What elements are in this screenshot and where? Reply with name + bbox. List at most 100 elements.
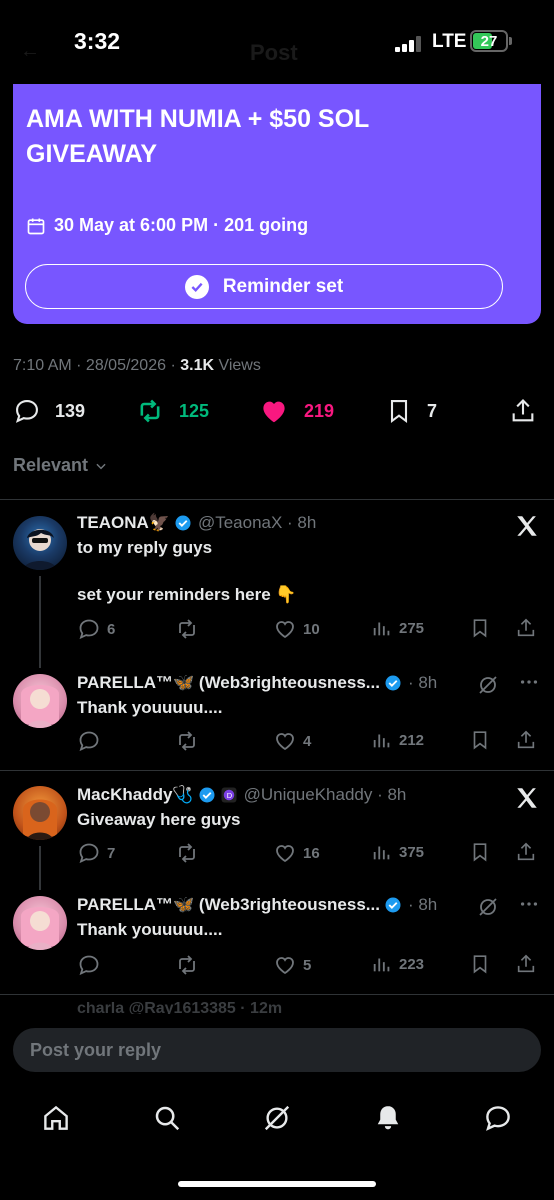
author-handle[interactable]: @TeaonaX · 8h (198, 513, 316, 533)
comment-icon (79, 619, 99, 640)
reply-text: Thank youuuuu.... (77, 920, 223, 939)
reply-text: to my reply guys (77, 538, 213, 557)
event-card[interactable]: AMA WITH NUMIA + $50 SOL GIVEAWAY 30 May… (13, 84, 541, 324)
like-button[interactable]: 219 (258, 394, 334, 428)
reply-button[interactable]: 7 (77, 841, 115, 865)
views-button[interactable]: 375 (371, 841, 424, 863)
author-name[interactable]: TEAONA🦅 (77, 513, 170, 533)
bookmark-button[interactable]: 7 (385, 394, 437, 428)
avatar[interactable] (13, 786, 67, 840)
repost-button[interactable] (175, 953, 199, 977)
repost-button[interactable]: 125 (135, 394, 209, 428)
author-handle[interactable]: · 8h (408, 895, 437, 915)
views-button[interactable]: 212 (371, 729, 424, 751)
thread-line (39, 576, 41, 668)
messages-icon[interactable] (481, 1101, 515, 1135)
reply-item[interactable]: MacKhaddy🩺 D @UniqueKhaddy · 8h Giveaway… (0, 772, 554, 890)
reply-button[interactable]: 139 (13, 394, 85, 428)
analytics-icon (373, 734, 390, 748)
home-indicator (178, 1181, 376, 1187)
author-name[interactable]: PARELLA™🦋 (Web3righteousness... (77, 673, 380, 693)
reply-header: PARELLA™🦋 (Web3righteousness... · 8h (77, 673, 437, 693)
views-button[interactable]: 223 (371, 953, 424, 975)
share-icon (517, 954, 535, 973)
reply-actions: 7 16 375 (77, 841, 547, 865)
repost-button[interactable] (175, 729, 199, 753)
heart-icon (276, 621, 294, 639)
verified-icon (199, 787, 215, 803)
repost-icon (179, 955, 195, 975)
views-count: 212 (399, 731, 425, 749)
bookmark-button[interactable] (469, 953, 491, 975)
grok-icon[interactable] (260, 1101, 294, 1135)
share-button[interactable] (509, 394, 537, 428)
svg-text:D: D (226, 791, 232, 800)
analytics-icon (373, 846, 390, 860)
reply-sort-dropdown[interactable]: Relevant (13, 455, 108, 476)
reply-header: MacKhaddy🩺 D @UniqueKhaddy · 8h (77, 785, 406, 805)
like-count: 219 (304, 400, 335, 421)
avatar[interactable] (13, 674, 67, 728)
post-action-bar: 139 125 219 7 (0, 394, 554, 430)
bookmark-button[interactable] (469, 617, 491, 639)
grok-icon[interactable] (476, 895, 500, 924)
share-button[interactable] (515, 617, 537, 639)
divider (0, 770, 554, 771)
affiliate-badge-icon: D (221, 787, 237, 803)
reply-count: 7 (107, 844, 116, 862)
grok-icon[interactable] (476, 673, 500, 702)
bookmark-button[interactable] (469, 841, 491, 863)
comment-icon (79, 955, 99, 976)
more-options-icon[interactable] (518, 671, 540, 698)
network-type: LTE (432, 31, 467, 52)
home-icon[interactable] (39, 1101, 73, 1135)
reply-item[interactable]: TEAONA🦅 @TeaonaX · 8h to my reply guys s… (0, 500, 554, 668)
event-meta: 30 May at 6:00 PM · 201 going (26, 215, 308, 236)
reply-input[interactable]: Post your reply (13, 1028, 541, 1072)
reply-item[interactable]: PARELLA™🦋 (Web3righteousness... · 8h Tha… (0, 884, 554, 994)
like-count: 4 (303, 732, 312, 750)
avatar[interactable] (13, 896, 67, 950)
views-count: 223 (399, 955, 425, 973)
comment-icon (79, 843, 99, 864)
notifications-icon[interactable] (371, 1101, 405, 1135)
reply-button[interactable] (77, 729, 107, 753)
bookmark-button[interactable] (469, 729, 491, 751)
share-button[interactable] (515, 729, 537, 751)
author-handle[interactable]: · 8h (408, 673, 437, 693)
comment-icon (15, 400, 38, 423)
back-arrow-icon[interactable]: ← (20, 40, 40, 63)
repost-icon (140, 399, 160, 423)
share-icon (517, 618, 535, 637)
heart-filled-icon (263, 401, 285, 423)
reply-text: Giveaway here guys (77, 810, 241, 829)
reply-item[interactable]: PARELLA™🦋 (Web3righteousness... · 8h Tha… (0, 660, 554, 770)
more-options-icon[interactable] (518, 893, 540, 920)
verified-icon (385, 675, 401, 691)
share-button[interactable] (515, 841, 537, 863)
author-name[interactable]: PARELLA™🦋 (Web3righteousness... (77, 895, 380, 915)
views-button[interactable]: 275 (371, 617, 424, 639)
search-icon[interactable] (150, 1101, 184, 1135)
like-button[interactable]: 10 (273, 617, 320, 641)
repost-button[interactable] (175, 841, 199, 865)
repost-button[interactable] (175, 617, 199, 641)
heart-icon (276, 957, 294, 975)
event-meta-text: 30 May at 6:00 PM · 201 going (54, 215, 309, 235)
bookmark-icon (390, 400, 408, 424)
repost-icon (179, 843, 195, 863)
reminder-button[interactable]: Reminder set (25, 264, 503, 309)
x-logo-icon (514, 785, 540, 816)
author-name[interactable]: MacKhaddy🩺 (77, 785, 194, 805)
like-button[interactable]: 16 (273, 841, 320, 865)
like-count: 5 (303, 956, 312, 974)
avatar[interactable] (13, 516, 67, 570)
heart-icon (276, 845, 294, 863)
reply-button[interactable] (77, 953, 107, 977)
share-button[interactable] (515, 953, 537, 975)
reply-button[interactable]: 6 (77, 617, 115, 641)
like-button[interactable]: 5 (273, 953, 311, 977)
author-handle[interactable]: @UniqueKhaddy · 8h (244, 785, 407, 805)
page-title: Post (250, 40, 298, 65)
like-button[interactable]: 4 (273, 729, 311, 753)
